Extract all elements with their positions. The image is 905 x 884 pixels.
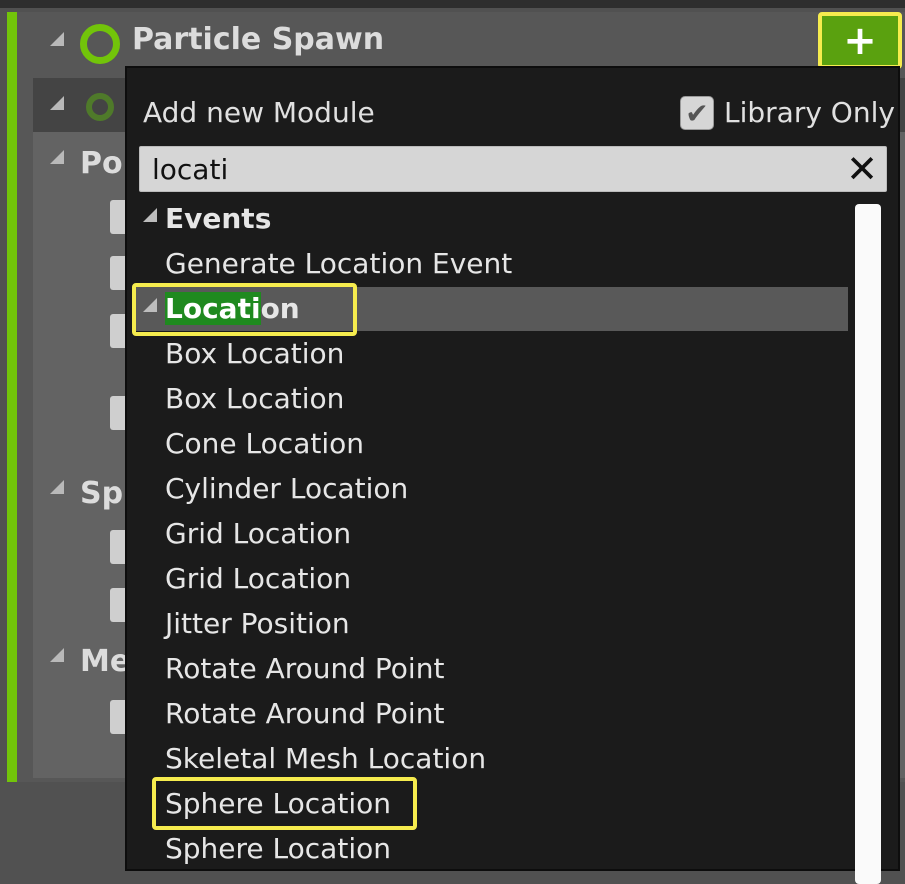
expand-triangle-icon[interactable] bbox=[50, 648, 64, 662]
list-item[interactable]: Grid Location bbox=[165, 562, 351, 595]
list-item[interactable]: Skeletal Mesh Location bbox=[165, 742, 486, 775]
list-item[interactable]: Rotate Around Point bbox=[165, 652, 444, 685]
stack-title: Particle Spawn bbox=[132, 22, 385, 57]
checkmark-icon: ✔ bbox=[685, 96, 709, 130]
list-item[interactable]: Sphere Location bbox=[165, 832, 391, 865]
scrollbar[interactable] bbox=[855, 204, 881, 884]
enabled-ring-icon[interactable] bbox=[80, 24, 120, 64]
expand-triangle-icon[interactable] bbox=[50, 32, 64, 46]
list-item[interactable]: Box Location bbox=[165, 382, 344, 415]
list-item[interactable]: Box Location bbox=[165, 337, 344, 370]
library-only-label: Library Only bbox=[724, 96, 895, 129]
list-item[interactable]: Grid Location bbox=[165, 517, 351, 550]
category-events[interactable]: Events bbox=[165, 202, 271, 235]
add-module-button[interactable]: + bbox=[818, 12, 902, 69]
search-input[interactable] bbox=[140, 147, 852, 191]
plus-icon: + bbox=[843, 17, 877, 64]
list-item[interactable]: Rotate Around Point bbox=[165, 697, 444, 730]
section-label-me: Me bbox=[80, 644, 131, 679]
collapse-triangle-icon[interactable] bbox=[143, 208, 157, 222]
list-item[interactable]: Generate Location Event bbox=[165, 247, 512, 280]
expand-triangle-icon[interactable] bbox=[50, 96, 64, 110]
close-icon[interactable]: ✕ bbox=[842, 149, 882, 189]
add-module-menu: Add new Module ✔ Library Only ✕ Events G… bbox=[125, 66, 900, 884]
expand-triangle-icon[interactable] bbox=[50, 480, 64, 494]
list-item[interactable]: Cone Location bbox=[165, 427, 364, 460]
list-item[interactable]: Jitter Position bbox=[165, 607, 350, 640]
highlight-box-sphere-location bbox=[152, 777, 417, 830]
search-box[interactable]: ✕ bbox=[139, 146, 887, 192]
expand-triangle-icon[interactable] bbox=[50, 150, 64, 164]
library-only-checkbox[interactable]: ✔ bbox=[680, 96, 714, 130]
list-item[interactable]: Cylinder Location bbox=[165, 472, 408, 505]
module-ring-icon[interactable] bbox=[86, 93, 114, 121]
highlight-box-location bbox=[132, 283, 357, 336]
stack-accent-bar bbox=[7, 12, 17, 782]
top-strip bbox=[0, 0, 905, 8]
menu-title: Add new Module bbox=[143, 96, 375, 129]
